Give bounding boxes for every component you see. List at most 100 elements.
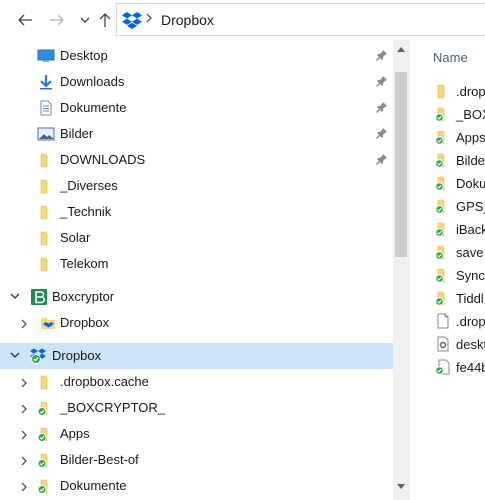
chevron-right-icon[interactable] <box>20 429 28 441</box>
arrow-right-icon <box>50 14 64 26</box>
up-button[interactable] <box>96 10 114 30</box>
nav-item-boxcryptor[interactable]: Boxcryptor <box>0 284 393 310</box>
address-bar: Dropbox <box>0 0 485 40</box>
synced-file-icon <box>435 359 451 375</box>
file-name: _BOX <box>456 107 485 122</box>
file-name: iBack <box>456 222 485 237</box>
file-row[interactable]: .drop <box>410 80 485 103</box>
chevron-right-icon[interactable] <box>20 481 28 493</box>
chevron-right-icon[interactable] <box>145 12 153 24</box>
nav-item-label: Dropbox <box>60 315 110 330</box>
synced-folder-icon <box>435 290 451 306</box>
synced-folder-icon <box>37 478 55 494</box>
nav-item-label: Dokumente <box>60 478 127 493</box>
nav-item-apps[interactable]: Apps <box>0 421 393 447</box>
nav-item-label: Solar <box>60 230 91 245</box>
pin-icon[interactable] <box>376 49 388 61</box>
nav-item-dokumente-dropbox[interactable]: Dokumente <box>0 473 393 499</box>
scroll-up-icon[interactable] <box>397 46 405 52</box>
pin-icon[interactable] <box>376 75 388 87</box>
nav-item-label: Downloads <box>60 74 125 89</box>
file-row[interactable]: Doku <box>410 172 485 195</box>
chevron-down-icon[interactable] <box>10 351 20 359</box>
nav-item-downloads[interactable]: Downloads <box>0 69 393 95</box>
synced-folder-icon <box>435 106 451 122</box>
arrow-up-icon <box>99 13 111 27</box>
nav-item-label: Bilder-Best-of <box>60 452 139 467</box>
chevron-down-icon <box>80 17 90 23</box>
scrollbar-thumb[interactable] <box>395 72 407 257</box>
breadcrumb-dropbox[interactable]: Dropbox <box>161 12 214 28</box>
file-row[interactable]: SyncF <box>410 264 485 287</box>
folder-icon <box>37 374 55 390</box>
nav-item-label: Bilder <box>60 126 94 141</box>
nav-item-label: _BOXCRYPTOR_ <box>60 400 166 415</box>
chevron-right-icon[interactable] <box>20 318 28 330</box>
nav-item-label: Telekom <box>60 256 109 271</box>
forward-button[interactable] <box>48 10 66 30</box>
nav-item-dropbox[interactable]: Dropbox <box>0 343 393 369</box>
pin-icon[interactable] <box>376 101 388 113</box>
file-name: Doku <box>456 176 485 191</box>
nav-item-label: Desktop <box>60 48 108 63</box>
chevron-right-icon[interactable] <box>20 455 28 467</box>
pin-icon[interactable] <box>376 153 388 165</box>
file-row[interactable]: deskt <box>410 333 485 356</box>
synced-folder-icon <box>37 426 55 442</box>
nav-item-bilder-best-of[interactable]: Bilder-Best-of <box>0 447 393 473</box>
nav-item-bilder[interactable]: Bilder <box>0 121 393 147</box>
chevron-down-icon[interactable] <box>10 292 20 300</box>
back-button[interactable] <box>16 10 34 30</box>
file-row[interactable]: Tiddl <box>410 287 485 310</box>
nav-item-diverses[interactable]: _Diverses <box>0 173 393 199</box>
boxcryptor-icon <box>30 289 48 305</box>
pin-icon[interactable] <box>376 127 388 139</box>
nav-item-label: _Technik <box>60 204 112 219</box>
synced-folder-icon <box>435 267 451 283</box>
chevron-right-icon[interactable] <box>20 377 28 389</box>
nav-item-label: _Diverses <box>60 178 118 193</box>
synced-folder-icon <box>435 244 451 260</box>
synced-folder-icon <box>435 129 451 145</box>
file-name: Tiddl <box>456 291 484 306</box>
address-field[interactable]: Dropbox <box>116 3 485 36</box>
desktop-folder-icon <box>37 48 55 64</box>
folder-icon <box>435 83 451 99</box>
folder-icon <box>37 152 55 168</box>
nav-item-label: Dropbox <box>52 348 102 363</box>
nav-item-label: Boxcryptor <box>52 289 115 304</box>
nav-item-dokumente[interactable]: Dokumente <box>0 95 393 121</box>
folder-icon <box>37 230 55 246</box>
folder-icon <box>37 178 55 194</box>
chevron-right-icon[interactable] <box>20 403 28 415</box>
nav-item-boxcryptor-dropbox[interactable]: Dropbox <box>0 310 393 336</box>
file-name: Apps <box>456 130 485 145</box>
file-row[interactable]: GPS_c <box>410 195 485 218</box>
dropbox-icon <box>122 11 142 29</box>
column-header-name[interactable]: Name <box>433 50 468 65</box>
nav-item-technik[interactable]: _Technik <box>0 199 393 225</box>
file-row[interactable]: .drop <box>410 310 485 333</box>
file-name: Bilde <box>456 153 485 168</box>
nav-item-label: DOWNLOADS <box>60 152 146 167</box>
nav-item-desktop[interactable]: Desktop <box>0 43 393 69</box>
file-row[interactable]: fe44b <box>410 356 485 379</box>
file-name: .drop <box>456 84 485 99</box>
file-row[interactable]: Bilde <box>410 149 485 172</box>
nav-pane-scrollbar[interactable] <box>393 40 409 500</box>
file-row[interactable]: save <box>410 241 485 264</box>
folder-icon <box>37 256 55 272</box>
nav-item-label: Apps <box>60 426 90 441</box>
nav-item-solar[interactable]: Solar <box>0 225 393 251</box>
nav-item-boxcryptor-folder[interactable]: _BOXCRYPTOR_ <box>0 395 393 421</box>
arrow-left-icon <box>18 14 32 26</box>
scroll-down-icon[interactable] <box>397 484 405 490</box>
file-row[interactable]: Apps <box>410 126 485 149</box>
nav-item-dropbox-cache[interactable]: .dropbox.cache <box>0 369 393 395</box>
nav-item-downloads-folder[interactable]: DOWNLOADS <box>0 147 393 173</box>
recent-locations-button[interactable] <box>76 10 94 30</box>
file-row[interactable]: _BOX <box>410 103 485 126</box>
file-list: Name .drop _BOX Apps Bilde Doku GPS_c iB… <box>410 40 485 500</box>
file-row[interactable]: iBack <box>410 218 485 241</box>
nav-item-telekom[interactable]: Telekom <box>0 251 393 277</box>
